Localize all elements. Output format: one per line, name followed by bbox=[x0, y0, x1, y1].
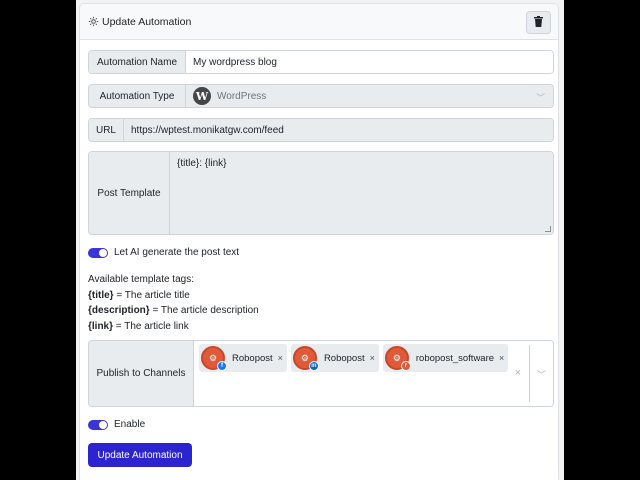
channel-chip: ⚙ r robopost_software × bbox=[382, 344, 509, 372]
post-template-textarea[interactable]: {title}: {link} bbox=[170, 152, 553, 234]
template-tag-item: {title} = The article title bbox=[88, 288, 259, 304]
robot-avatar-icon: ⚙ f bbox=[201, 346, 227, 371]
enable-toggle[interactable] bbox=[88, 419, 108, 430]
robot-avatar-icon: ⚙ in bbox=[292, 346, 319, 371]
page-title: Update Automation bbox=[102, 15, 192, 28]
linkedin-icon: in bbox=[308, 361, 319, 371]
ai-toggle-row: Let AI generate the post text bbox=[88, 247, 239, 258]
ai-generate-label: Let AI generate the post text bbox=[114, 247, 240, 258]
content-panel: Update Automation Automation Name My wor… bbox=[76, 0, 564, 480]
facebook-icon: f bbox=[217, 361, 227, 371]
url-label: URL bbox=[89, 119, 124, 141]
template-tag-desc: = The article link bbox=[113, 320, 189, 332]
remove-channel-button[interactable]: × bbox=[370, 353, 375, 363]
clear-channels-button[interactable]: × bbox=[515, 367, 521, 379]
update-automation-button[interactable]: Update Automation bbox=[88, 443, 192, 467]
automation-type-select[interactable]: W WordPress ﹀ bbox=[186, 85, 553, 107]
channel-chip-label: robopost_software bbox=[415, 352, 495, 364]
chevron-down-icon: ﹀ bbox=[535, 93, 545, 103]
post-template-group: Post Template {title}: {link} bbox=[88, 151, 554, 235]
automation-card: Update Automation Automation Name My wor… bbox=[79, 3, 559, 480]
url-group: URL https://wptest.monikatgw.com/feed bbox=[88, 118, 554, 142]
channel-chips: ⚙ f Robopost × ⚙ in Robopost × ⚙ r robopost… bbox=[199, 343, 519, 374]
card-header: Update Automation bbox=[80, 4, 558, 40]
reddit-icon: r bbox=[400, 361, 411, 371]
channel-chip: ⚙ in Robopost × bbox=[290, 344, 379, 372]
automation-type-group: Automation Type W WordPress ﹀ bbox=[88, 84, 554, 108]
ai-generate-toggle[interactable] bbox=[88, 247, 108, 258]
wordpress-icon: W bbox=[193, 87, 211, 105]
post-template-label: Post Template bbox=[89, 152, 170, 234]
url-input[interactable]: https://wptest.monikatgw.com/feed bbox=[124, 119, 553, 141]
automation-name-input[interactable]: My wordpress blog bbox=[186, 51, 553, 73]
enable-label: Enable bbox=[114, 419, 146, 430]
gear-icon bbox=[88, 16, 99, 27]
template-tag-name: {description} bbox=[88, 305, 150, 316]
remove-channel-button[interactable]: × bbox=[499, 353, 504, 363]
remove-channel-button[interactable]: × bbox=[278, 353, 283, 363]
channels-label: Publish to Channels bbox=[89, 341, 194, 406]
select-divider bbox=[529, 345, 530, 402]
template-tag-item: {description} = The article description bbox=[88, 303, 259, 319]
channel-chip: ⚙ f Robopost × bbox=[199, 344, 287, 372]
trash-icon bbox=[534, 15, 543, 30]
template-tag-desc: = The article title bbox=[113, 289, 190, 301]
template-tags-help: Available template tags: {title} = The a… bbox=[88, 272, 259, 334]
channel-chip-label: Robopost bbox=[323, 352, 365, 364]
chevron-down-icon[interactable]: ﹀ bbox=[537, 368, 546, 381]
automation-name-label: Automation Name bbox=[89, 51, 186, 73]
automation-name-group: Automation Name My wordpress blog bbox=[88, 50, 554, 74]
automation-type-label: Automation Type bbox=[89, 85, 186, 107]
template-tags-heading: Available template tags: bbox=[88, 274, 194, 285]
post-template-value: {title}: {link} bbox=[177, 158, 227, 169]
resize-handle[interactable] bbox=[545, 226, 551, 232]
channel-chip-label: Robopost bbox=[232, 352, 273, 364]
automation-type-value: WordPress bbox=[217, 90, 267, 102]
template-tag-item: {link} = The article link bbox=[88, 319, 259, 335]
channels-select[interactable]: ⚙ f Robopost × ⚙ in Robopost × ⚙ r robopost… bbox=[194, 341, 553, 406]
delete-button[interactable] bbox=[526, 11, 551, 34]
template-tag-name: {title} bbox=[88, 289, 114, 301]
enable-toggle-row: Enable bbox=[88, 419, 145, 430]
robot-avatar-icon: ⚙ r bbox=[384, 346, 411, 371]
channels-group: Publish to Channels ⚙ f Robopost × ⚙ in Ro… bbox=[88, 340, 554, 407]
template-tag-desc: = The article description bbox=[149, 305, 259, 316]
template-tag-name: {link} bbox=[88, 320, 114, 332]
